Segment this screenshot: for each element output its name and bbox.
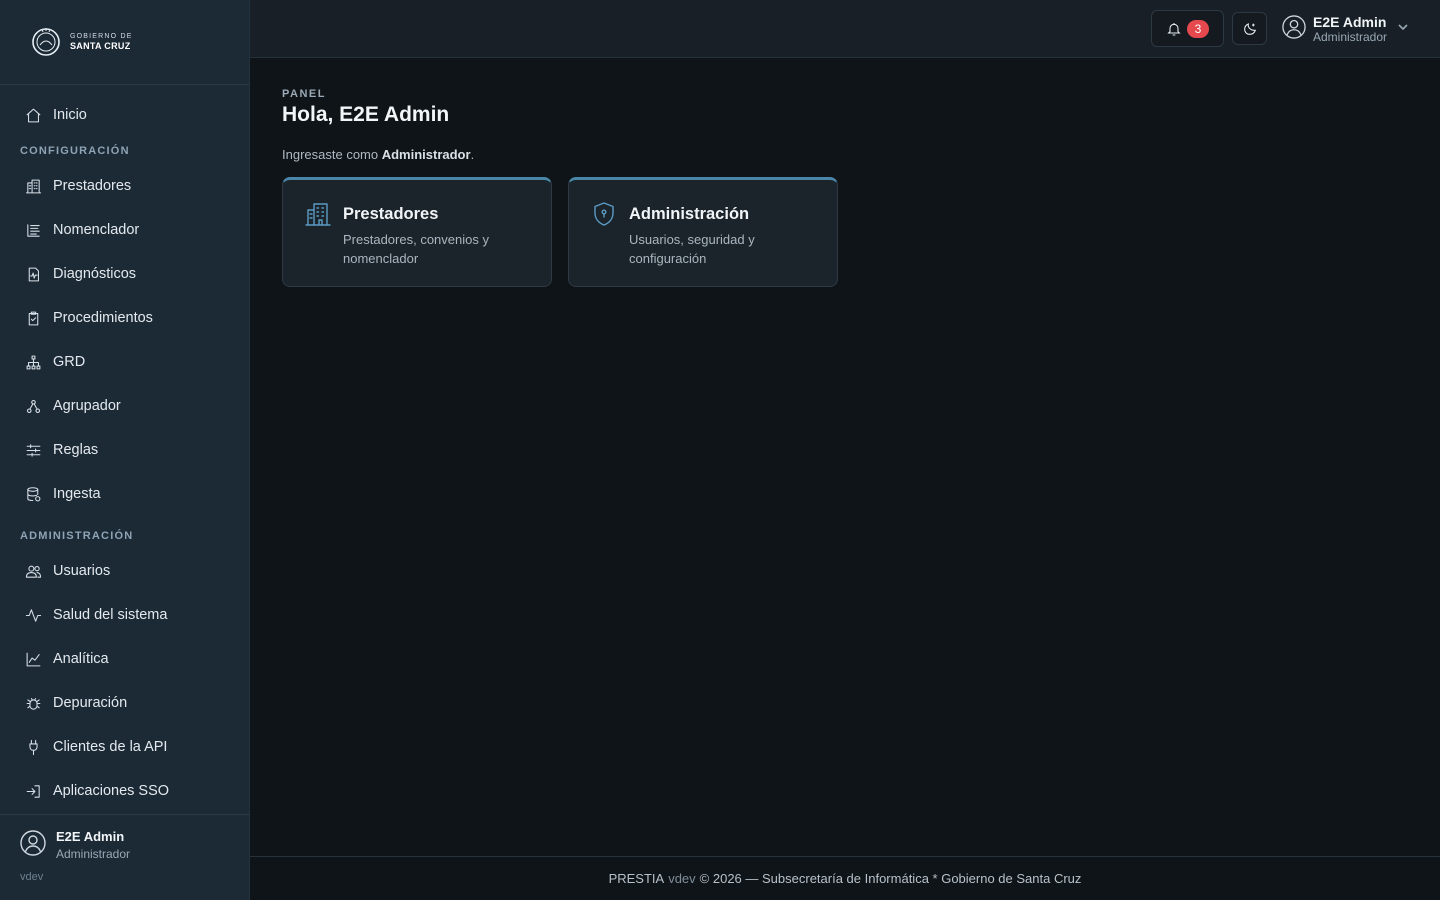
section-label-configuracion: CONFIGURACIÓN <box>20 145 130 157</box>
sidebar-item-label: Diagnósticos <box>53 266 137 282</box>
page-subtitle: Ingresaste como Administrador. <box>282 147 474 162</box>
sidebar-item-reglas[interactable]: Reglas <box>0 428 250 472</box>
brand-bottom-text: SANTA CRUZ <box>70 41 131 51</box>
user-circle-icon <box>20 829 46 856</box>
login-icon <box>24 782 42 800</box>
building-icon <box>24 177 42 195</box>
page-title: Hola, E2E Admin <box>282 103 450 126</box>
sidebar-user-name: E2E Admin <box>56 829 125 844</box>
shield-icon <box>591 201 617 227</box>
chevron-down-icon <box>1397 20 1409 38</box>
sidebar-item-label: Inicio <box>53 107 87 123</box>
card-title: Administración <box>629 205 750 223</box>
page-eyebrow: PANEL <box>282 88 326 100</box>
notification-count-badge: 3 <box>1187 19 1209 38</box>
sidebar-item-salud-del-sistema[interactable]: Salud del sistema <box>0 593 250 637</box>
subtitle-prefix: Ingresaste como <box>282 147 382 162</box>
home-icon <box>24 106 42 124</box>
footer-text: © 2026 — Subsecretaría de Informática * … <box>699 871 1082 886</box>
clipboard-check-icon <box>24 309 42 327</box>
sidebar-item-label: Agrupador <box>53 398 121 414</box>
topbar-user-role: Administrador <box>1313 30 1388 44</box>
sidebar-user-role: Administrador <box>56 847 131 861</box>
sidebar-item-label: Ingesta <box>53 486 101 502</box>
sidebar-item-analitica[interactable]: Analítica <box>0 637 250 681</box>
card-description: Prestadores, convenios y nomenclador <box>343 232 489 266</box>
theme-toggle-button[interactable] <box>1232 12 1267 45</box>
sidebar-item-nomenclador[interactable]: Nomenclador <box>0 208 250 252</box>
sidebar-item-prestadores[interactable]: Prestadores <box>0 164 250 208</box>
avatar <box>20 829 46 861</box>
sidebar-item-label: Procedimientos <box>53 310 153 326</box>
file-pulse-icon <box>24 265 42 283</box>
sidebar-item-agrupador[interactable]: Agrupador <box>0 384 250 428</box>
sidebar-item-label: Nomenclador <box>53 222 140 238</box>
subtitle-suffix: . <box>470 147 475 162</box>
card-administracion[interactable]: Administración Usuarios, seguridad y con… <box>568 177 838 287</box>
footer-product: PRESTIA <box>608 871 665 886</box>
sidebar-item-clientes-api[interactable]: Clientes de la API <box>0 725 250 769</box>
sidebar-item-diagnosticos[interactable]: Diagnósticos <box>0 252 250 296</box>
topbar: 3 E2E Admin Administrador <box>250 0 1440 58</box>
sidebar-item-usuarios[interactable]: Usuarios <box>0 549 250 593</box>
sidebar-item-label: Depuración <box>53 695 128 711</box>
sidebar: GOBIERNO DE SANTA CRUZ Inicio CONFIGURAC… <box>0 0 250 900</box>
subtitle-role: Administrador <box>381 147 471 162</box>
card-title: Prestadores <box>343 205 439 223</box>
sidebar-item-label: GRD <box>53 354 86 370</box>
notifications-button[interactable]: 3 <box>1151 10 1224 47</box>
avatar <box>1282 14 1306 44</box>
brand-logo[interactable]: GOBIERNO DE SANTA CRUZ <box>0 0 249 85</box>
hierarchy-icon <box>24 353 42 371</box>
moon-icon <box>1243 22 1256 35</box>
sidebar-item-label: Usuarios <box>53 563 111 579</box>
app-version: vdev <box>20 871 44 883</box>
chart-line-icon <box>24 650 42 668</box>
sidebar-nav: Inicio CONFIGURACIÓN Prestadores Nomencl… <box>0 93 250 813</box>
topbar-user-name: E2E Admin <box>1313 14 1387 30</box>
sidebar-item-depuracion[interactable]: Depuración <box>0 681 250 725</box>
list-icon <box>24 221 42 239</box>
sidebar-item-ingesta[interactable]: Ingesta <box>0 472 250 516</box>
cluster-icon <box>24 397 42 415</box>
sliders-icon <box>24 441 42 459</box>
sidebar-item-procedimientos[interactable]: Procedimientos <box>0 296 250 340</box>
sidebar-item-label: Prestadores <box>53 178 132 194</box>
database-icon <box>24 485 42 503</box>
seal-icon <box>32 28 60 56</box>
footer-version: vdev <box>668 871 696 886</box>
sidebar-user[interactable]: E2E Admin Administrador vdev <box>0 814 250 900</box>
sidebar-item-label: Analítica <box>53 651 109 667</box>
plug-icon <box>24 738 42 756</box>
section-label-administracion: ADMINISTRACIÓN <box>20 530 134 542</box>
card-description: Usuarios, seguridad y configuración <box>629 232 755 266</box>
brand-top-text: GOBIERNO DE <box>70 33 133 40</box>
bell-icon <box>1167 22 1181 36</box>
sidebar-item-label: Clientes de la API <box>53 739 168 755</box>
sidebar-item-label: Salud del sistema <box>53 607 168 623</box>
footer: PRESTIA vdev © 2026 — Subsecretaría de I… <box>250 856 1440 900</box>
sidebar-item-label: Aplicaciones SSO <box>53 783 170 799</box>
activity-icon <box>24 606 42 624</box>
user-menu-button[interactable]: E2E Admin Administrador <box>1282 13 1409 45</box>
user-circle-icon <box>1282 14 1306 39</box>
sidebar-item-grd[interactable]: GRD <box>0 340 250 384</box>
users-icon <box>24 562 42 580</box>
sidebar-item-inicio[interactable]: Inicio <box>0 93 250 137</box>
bug-icon <box>24 694 42 712</box>
building-icon <box>305 201 331 227</box>
card-prestadores[interactable]: Prestadores Prestadores, convenios y nom… <box>282 177 552 287</box>
sidebar-item-aplicaciones-sso[interactable]: Aplicaciones SSO <box>0 769 250 813</box>
sidebar-item-label: Reglas <box>53 442 99 458</box>
